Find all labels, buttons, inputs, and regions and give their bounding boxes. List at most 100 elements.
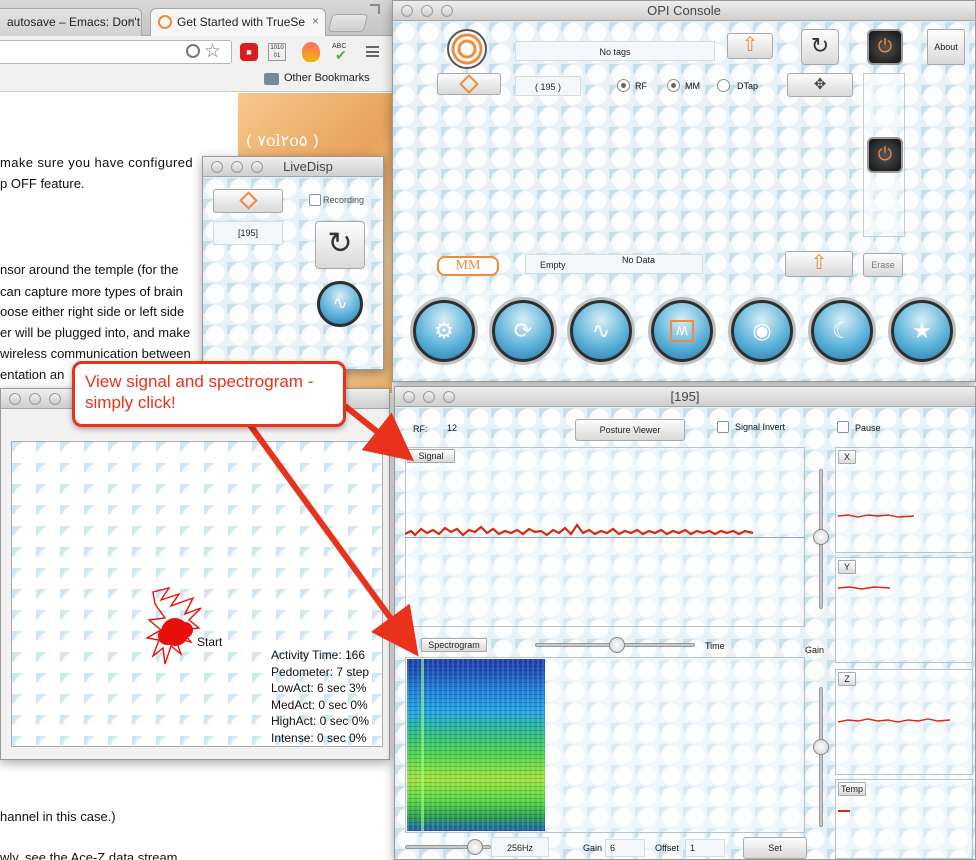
- offset-input[interactable]: 1: [685, 839, 725, 857]
- upload-button-2[interactable]: ⇧: [785, 251, 853, 277]
- monitor-round-button[interactable]: ʍ: [651, 300, 713, 362]
- time-slider-thumb[interactable]: [609, 637, 625, 653]
- network-button[interactable]: [437, 73, 501, 95]
- zoom-light[interactable]: [441, 5, 453, 17]
- rf-radio[interactable]: [617, 79, 630, 92]
- tags-field[interactable]: No tags: [515, 41, 715, 61]
- network-button[interactable]: [213, 189, 283, 213]
- recording-label: Recording: [323, 195, 365, 205]
- y-axis-button[interactable]: Y: [838, 560, 856, 574]
- zoom-light[interactable]: [443, 391, 455, 403]
- recording-checkbox[interactable]: [309, 194, 321, 206]
- callout-text-line1: View signal and spectrogram -: [85, 372, 314, 391]
- bird-extension-icon[interactable]: [302, 42, 320, 62]
- dtap-radio[interactable]: [717, 79, 730, 92]
- temp-panel: Temp: [835, 779, 973, 859]
- close-icon[interactable]: ×: [128, 14, 135, 28]
- sleep-round-button[interactable]: ☾: [811, 300, 873, 362]
- power-button[interactable]: ⏻: [867, 29, 903, 65]
- stat-pedometer: Pedometer: 7 step: [271, 664, 370, 679]
- favicon-icon: [158, 15, 172, 29]
- set-button[interactable]: Set: [743, 837, 807, 859]
- close-light[interactable]: [401, 5, 413, 17]
- count-field: ( 195 ): [515, 76, 581, 96]
- zoom-light[interactable]: [251, 161, 263, 173]
- about-button[interactable]: About: [927, 29, 965, 65]
- tab-emacs-label: autosave – Emacs: Don't: [7, 15, 141, 29]
- x-axis-trace: [838, 514, 915, 518]
- spectrogram-button[interactable]: Spectrogram: [421, 638, 487, 652]
- signal-gain-thumb[interactable]: [813, 529, 829, 545]
- stop-extension-icon[interactable]: ■: [240, 43, 258, 61]
- star-round-button[interactable]: ★: [891, 300, 953, 362]
- other-bookmarks-link[interactable]: Other Bookmarks: [284, 72, 370, 84]
- doc-line: can capture more types of brain: [0, 284, 183, 299]
- stat-intense: Intense: 0 sec 0%: [271, 730, 367, 745]
- eye-icon: ◉: [752, 318, 772, 343]
- sync-icon: ⟳: [513, 318, 533, 343]
- tab-emacs[interactable]: autosave – Emacs: Don't ×: [0, 8, 142, 36]
- truesense-logo-icon[interactable]: [447, 29, 487, 69]
- opi-titlebar[interactable]: OPI Console: [393, 1, 975, 21]
- z-axis-trace: [838, 718, 951, 723]
- minimize-light[interactable]: [231, 161, 243, 173]
- puzzle-icon: ✥: [813, 76, 827, 93]
- spectro-gain-track[interactable]: [819, 687, 823, 827]
- puzzle-button[interactable]: ✥: [787, 73, 853, 97]
- wave-button[interactable]: ∿: [317, 281, 363, 327]
- signal-invert-label: Signal Invert: [735, 422, 786, 432]
- close-light[interactable]: [403, 391, 415, 403]
- rf-label: RF: [635, 81, 647, 91]
- close-icon[interactable]: ×: [312, 14, 319, 28]
- resize-icon[interactable]: [370, 4, 380, 14]
- zoom-light[interactable]: [49, 393, 61, 405]
- tab-truesense[interactable]: Get Started with TrueSe ×: [150, 8, 326, 37]
- monitor-icon: ʍ: [670, 320, 694, 342]
- signal-invert-checkbox[interactable]: [717, 421, 729, 433]
- close-light[interactable]: [9, 393, 21, 405]
- temp-button[interactable]: Temp: [838, 782, 866, 796]
- signal-titlebar[interactable]: [195]: [395, 387, 975, 407]
- doc-line: wly, see the Ace-Z data stream: [0, 850, 178, 860]
- movement-trace: [144, 586, 202, 665]
- menu-icon[interactable]: [366, 46, 379, 57]
- minimize-light[interactable]: [29, 393, 41, 405]
- gear-round-button[interactable]: ⚙: [413, 300, 475, 362]
- wave-round-button[interactable]: ∿: [570, 300, 632, 362]
- close-light[interactable]: [211, 161, 223, 173]
- livedisp-id-field: [195]: [213, 221, 283, 245]
- z-axis-button[interactable]: Z: [838, 672, 856, 686]
- star-icon[interactable]: ☆: [204, 40, 221, 63]
- minimize-light[interactable]: [423, 391, 435, 403]
- livedisp-titlebar[interactable]: LiveDisp: [203, 157, 383, 177]
- refresh-icon: ↻: [327, 227, 353, 260]
- new-tab-button[interactable]: [327, 14, 369, 32]
- hz-field: 256Hz: [491, 837, 549, 857]
- spectro-gain-thumb[interactable]: [813, 739, 829, 755]
- refresh-button[interactable]: ↻: [801, 29, 839, 65]
- pause-checkbox[interactable]: [837, 421, 849, 433]
- power-button-2[interactable]: ⏻: [867, 137, 903, 173]
- sync-round-button[interactable]: ⟳: [492, 300, 554, 362]
- spellcheck-extension-icon[interactable]: ABC ✔: [332, 43, 352, 63]
- x-axis-button[interactable]: X: [838, 450, 856, 464]
- mm-button[interactable]: MM: [437, 256, 499, 276]
- minimize-light[interactable]: [421, 5, 433, 17]
- hz-slider-thumb[interactable]: [467, 839, 483, 855]
- stat-highact: HighAct: 0 sec 0%: [271, 714, 370, 728]
- refresh-button[interactable]: ↻: [315, 221, 365, 269]
- zoom-icon[interactable]: [186, 44, 200, 58]
- erase-button[interactable]: Erase: [863, 253, 903, 277]
- gain-input[interactable]: 6: [605, 839, 645, 857]
- eye-round-button[interactable]: ◉: [731, 300, 793, 362]
- rf-value: 12: [447, 423, 458, 433]
- time-label: Time: [705, 641, 725, 651]
- upload-button[interactable]: ⇧: [727, 33, 773, 59]
- spectrogram-stripe: [421, 659, 424, 831]
- binary-extension-icon[interactable]: 1010 01: [268, 43, 286, 61]
- mm-radio[interactable]: [667, 79, 680, 92]
- opi-console-window: OPI Console No tags ⇧ ↻ ⏻ About ( 195 ) …: [392, 0, 976, 382]
- signal-button[interactable]: Signal: [407, 449, 455, 463]
- posture-viewer-button[interactable]: Posture Viewer: [575, 419, 685, 441]
- activity-window: Start Activity Time: 166 Pedometer: 7 st…: [0, 388, 390, 760]
